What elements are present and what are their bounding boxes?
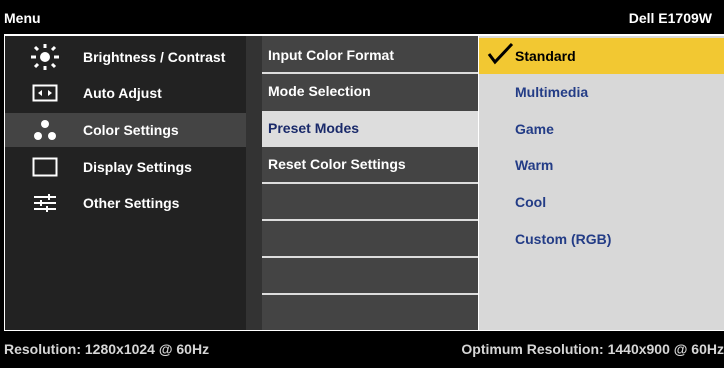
monitor-osd: Menu Dell E1709W Brightness / Contrast A… <box>0 0 724 368</box>
menu-item-other-settings[interactable]: Other Settings <box>5 186 246 220</box>
menu-item-label: Other Settings <box>83 195 180 211</box>
osd-footer: Resolution: 1280x1024 @ 60Hz Optimum Res… <box>0 331 724 368</box>
option-warm[interactable]: Warm <box>479 147 724 183</box>
menu-item-brightness-contrast[interactable]: Brightness / Contrast <box>5 40 246 74</box>
submenu-separator <box>262 293 478 295</box>
optimum-resolution: Optimum Resolution: 1440x900 @ 60Hz <box>461 341 724 357</box>
osd-header: Menu Dell E1709W <box>0 0 724 34</box>
option-label: Game <box>515 121 554 137</box>
menu-divider <box>246 36 262 330</box>
submenu-separator <box>262 182 478 184</box>
menu-title: Menu <box>4 10 41 26</box>
menu-item-auto-adjust[interactable]: Auto Adjust <box>5 76 246 110</box>
option-custom-rgb[interactable]: Custom (RGB) <box>479 221 724 257</box>
display-settings-icon <box>31 155 59 179</box>
menu-item-label: Color Settings <box>83 122 179 138</box>
other-settings-icon <box>31 191 59 215</box>
submenu-separator <box>262 256 478 258</box>
checkmark-icon <box>487 42 515 69</box>
option-game[interactable]: Game <box>479 111 724 147</box>
current-resolution: Resolution: 1280x1024 @ 60Hz <box>4 341 210 357</box>
option-label: Custom (RGB) <box>515 231 612 247</box>
submenu-separator <box>262 219 478 221</box>
menu-item-label: Display Settings <box>83 159 192 175</box>
option-multimedia[interactable]: Multimedia <box>479 74 724 110</box>
option-label: Multimedia <box>515 84 589 100</box>
brightness-icon <box>31 44 59 70</box>
option-label: Warm <box>515 157 554 173</box>
main-menu: Brightness / Contrast Auto Adjust Color … <box>5 36 246 330</box>
submenu-item-label: Reset Color Settings <box>268 156 406 172</box>
menu-item-label: Brightness / Contrast <box>83 49 226 65</box>
menu-item-color-settings[interactable]: Color Settings <box>5 113 246 147</box>
option-cool[interactable]: Cool <box>479 184 724 220</box>
submenu-item-input-color-format[interactable]: Input Color Format <box>262 38 478 74</box>
color-settings-icon <box>31 118 59 142</box>
submenu-item-label: Preset Modes <box>268 120 360 136</box>
option-standard[interactable]: Standard <box>479 38 724 74</box>
option-label: Standard <box>515 48 576 64</box>
submenu-item-reset-color-settings[interactable]: Reset Color Settings <box>262 147 478 183</box>
auto-adjust-icon <box>31 81 59 105</box>
submenu-item-mode-selection[interactable]: Mode Selection <box>262 74 478 110</box>
submenu-item-preset-modes[interactable]: Preset Modes <box>262 111 478 147</box>
menu-item-label: Auto Adjust <box>83 85 162 101</box>
submenu-item-label: Input Color Format <box>268 47 394 63</box>
option-label: Cool <box>515 194 547 210</box>
monitor-model: Dell E1709W <box>628 10 712 26</box>
menu-item-display-settings[interactable]: Display Settings <box>5 150 246 184</box>
submenu-item-label: Mode Selection <box>268 83 371 99</box>
